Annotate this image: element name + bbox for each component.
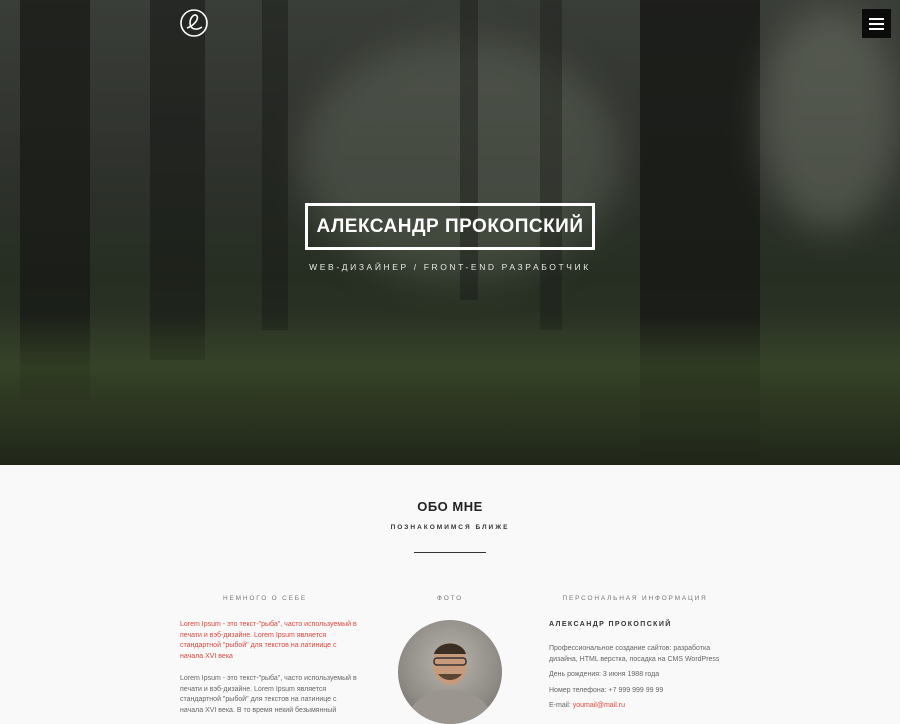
about-divider bbox=[414, 552, 486, 553]
avatar bbox=[398, 620, 502, 724]
col-info-heading: ПЕРСОНАЛЬНАЯ ИНФОРМАЦИЯ bbox=[562, 595, 708, 602]
elementary-logo-icon[interactable] bbox=[179, 8, 209, 38]
info-phone: Номер телефона: +7 999 999 99 99 bbox=[549, 687, 664, 694]
hero-title-box: АЛЕКСАНДР ПРОКОПСКИЙ bbox=[305, 203, 595, 250]
info-email: E-mail: youmail@mail.ru bbox=[549, 702, 625, 709]
info-birthday: День рождения: 3 июня 1988 года bbox=[549, 671, 660, 678]
hamburger-menu-icon[interactable] bbox=[862, 9, 891, 38]
about-subtitle: ПОЗНАКОМИМСЯ БЛИЖЕ bbox=[390, 524, 510, 531]
col-about-heading: НЕМНОГО О СЕБЕ bbox=[223, 595, 307, 602]
about-paragraph-highlight: Lorem Ipsum - это текст-"рыба", часто ис… bbox=[180, 621, 357, 660]
about-title: ОБО МНЕ bbox=[417, 499, 483, 514]
email-link[interactable]: youmail@mail.ru bbox=[573, 702, 625, 709]
hero-section: АЛЕКСАНДР ПРОКОПСКИЙ WEB-ДИЗАЙНЕР / FRON… bbox=[0, 0, 900, 465]
info-name: АЛЕКСАНДР ПРОКОПСКИЙ bbox=[549, 621, 672, 628]
info-description: Профессиональное создание сайтов: разраб… bbox=[549, 645, 720, 663]
hero-subtitle: WEB-ДИЗАЙНЕР / FRONT-END РАЗРАБОТЧИК bbox=[309, 262, 591, 272]
hero-name: АЛЕКСАНДР ПРОКОПСКИЙ bbox=[316, 215, 584, 237]
col-photo-heading: ФОТО bbox=[437, 595, 463, 602]
about-paragraph: Lorem Ipsum - это текст-"рыба", часто ис… bbox=[180, 675, 357, 714]
